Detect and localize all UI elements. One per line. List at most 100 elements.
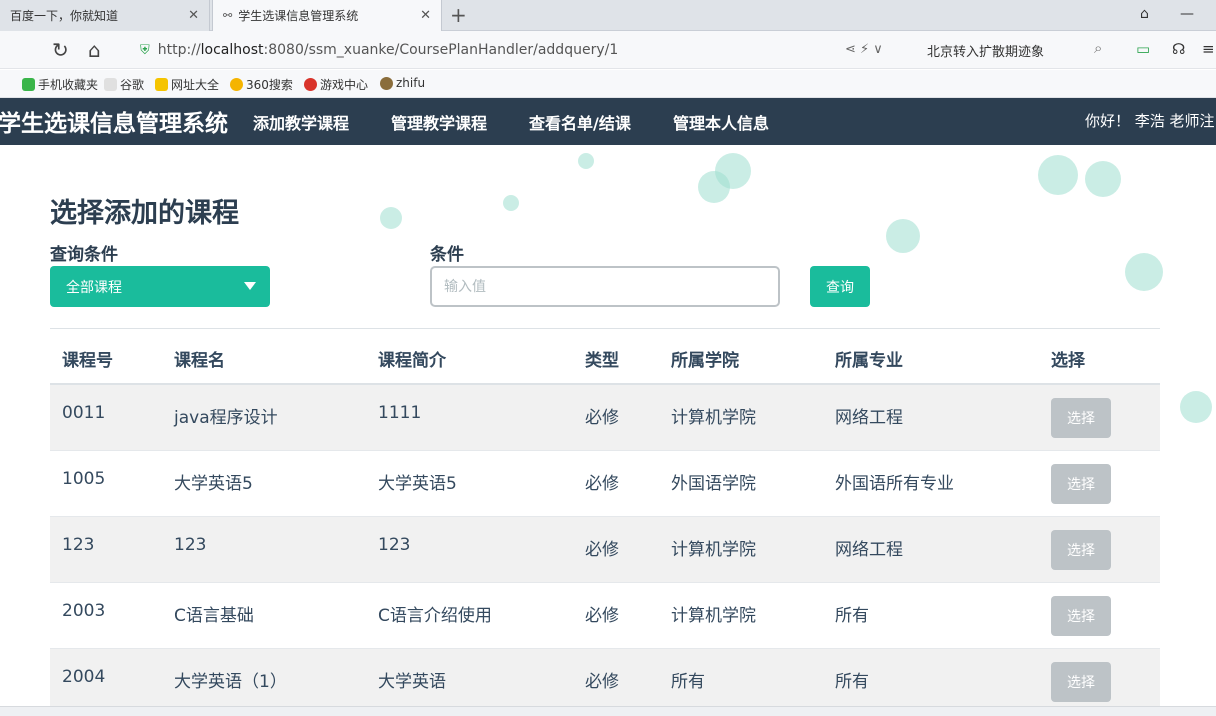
course-filter-select[interactable]: 全部课程 xyxy=(50,266,270,307)
search-icon[interactable]: ⌕ xyxy=(1094,39,1102,57)
url-field[interactable]: ⛨ http://localhost:8080/ssm_xuanke/Cours… xyxy=(140,36,910,64)
course-type-cell: 必修 xyxy=(585,672,619,692)
column-header: 课程号 xyxy=(62,351,113,371)
close-icon[interactable]: ✕ xyxy=(188,8,199,23)
column-header: 所属学院 xyxy=(671,351,739,371)
filter-selected-value: 全部课程 xyxy=(66,279,122,296)
college-cell: 计算机学院 xyxy=(671,606,756,626)
course-name-cell: java程序设计 xyxy=(174,408,278,428)
main-content: 选择添加的课程 查询条件 条件 全部课程 查询 课程号 课程名 课程简介 类型 … xyxy=(0,145,1216,716)
minimize-icon[interactable]: — xyxy=(1180,6,1194,22)
major-cell: 网络工程 xyxy=(835,408,903,428)
user-greeting[interactable]: 你好！ 李浩 老师注 xyxy=(1085,110,1215,131)
bookmark-google[interactable]: 谷歌 xyxy=(104,76,144,93)
course-name-cell: C语言基础 xyxy=(174,606,254,626)
bubble-decoration xyxy=(1085,161,1121,197)
select-course-button[interactable]: 选择 xyxy=(1051,662,1111,702)
query-button[interactable]: 查询 xyxy=(810,266,870,307)
url-path: :8080/ssm_xuanke/CoursePlanHandler/addqu… xyxy=(263,42,619,58)
course-name-cell: 大学英语（1） xyxy=(174,672,287,692)
major-cell: 所有 xyxy=(835,672,869,692)
share-icon[interactable]: ⋖ ⚡ ∨ xyxy=(845,42,883,57)
filter-label: 查询条件 xyxy=(50,245,118,265)
select-course-button[interactable]: 选择 xyxy=(1051,596,1111,636)
major-cell: 网络工程 xyxy=(835,540,903,560)
major-cell: 外国语所有专业 xyxy=(835,474,954,494)
search-suggestion[interactable]: 北京转入扩散期迹象 xyxy=(927,41,1044,60)
condition-input[interactable] xyxy=(430,266,780,307)
college-cell: 外国语学院 xyxy=(671,474,756,494)
headphone-icon[interactable]: ☊ xyxy=(1172,40,1185,58)
browser-status-bar xyxy=(0,706,1216,716)
course-desc-cell: 1111 xyxy=(378,403,422,423)
battery-icon[interactable]: ▭ xyxy=(1136,40,1150,58)
search-360-icon xyxy=(230,78,243,91)
page-title: 选择添加的课程 xyxy=(50,198,239,229)
bookmark-games[interactable]: 游戏中心 xyxy=(304,76,368,93)
bubble-decoration xyxy=(578,153,594,169)
course-id-cell: 2004 xyxy=(62,667,106,687)
table-row: 1005 大学英语5 大学英语5 必修 外国语学院 外国语所有专业 选择 xyxy=(50,451,1160,517)
course-type-cell: 必修 xyxy=(585,606,619,626)
bookmark-zhifu[interactable]: zhifu xyxy=(380,76,425,90)
course-id-cell: 1005 xyxy=(62,469,106,489)
select-course-button[interactable]: 选择 xyxy=(1051,464,1111,504)
column-header: 选择 xyxy=(1051,351,1085,371)
globe-icon xyxy=(155,78,168,91)
tab-title: 学生选课信息管理系统 xyxy=(238,9,359,23)
major-cell: 所有 xyxy=(835,606,869,626)
nav-add-course[interactable]: 添加教学课程 xyxy=(253,110,349,134)
column-header: 课程简介 xyxy=(378,351,446,371)
select-course-button[interactable]: 选择 xyxy=(1051,530,1111,570)
course-id-cell: 123 xyxy=(62,535,95,555)
college-cell: 计算机学院 xyxy=(671,540,756,560)
course-type-cell: 必修 xyxy=(585,540,619,560)
course-desc-cell: 大学英语5 xyxy=(378,474,457,494)
new-tab-plus-icon[interactable]: + xyxy=(450,3,467,27)
secure-shield-icon: ⛨ xyxy=(140,42,150,58)
bubble-decoration xyxy=(1038,155,1078,195)
home-icon[interactable]: ⌂ xyxy=(88,38,101,62)
column-header: 类型 xyxy=(585,351,619,371)
tab-title: 百度一下，你就知道 xyxy=(10,9,119,23)
course-desc-cell: 大学英语 xyxy=(378,672,446,692)
bubble-decoration xyxy=(1180,391,1212,423)
nav-roster[interactable]: 查看名单/结课 xyxy=(529,110,631,134)
course-table: 课程号 课程名 课程简介 类型 所属学院 所属专业 选择 0011 java程序… xyxy=(50,328,1160,715)
nav-manage-course[interactable]: 管理教学课程 xyxy=(391,110,487,134)
bubble-decoration xyxy=(503,195,519,211)
url-host: localhost xyxy=(200,42,264,58)
menu-icon[interactable]: ≡ xyxy=(1202,40,1215,58)
coin-icon xyxy=(380,76,393,90)
refresh-icon[interactable]: ↻ xyxy=(52,38,69,62)
column-header: 所属专业 xyxy=(835,351,903,371)
course-desc-cell: 123 xyxy=(378,535,411,555)
select-course-button[interactable]: 选择 xyxy=(1051,398,1111,438)
bubble-decoration xyxy=(1125,253,1163,291)
course-name-cell: 123 xyxy=(174,535,207,555)
column-header: 课程名 xyxy=(174,351,225,371)
nav-profile[interactable]: 管理本人信息 xyxy=(673,110,769,134)
course-name-cell: 大学英语5 xyxy=(174,474,253,494)
college-cell: 计算机学院 xyxy=(671,408,756,428)
url-scheme: http:// xyxy=(157,42,201,58)
app-navbar: 学生选课信息管理系统 添加教学课程 管理教学课程 查看名单/结课 管理本人信息 … xyxy=(0,98,1216,145)
app-brand[interactable]: 学生选课信息管理系统 xyxy=(0,104,228,138)
browser-tab-baidu[interactable]: 百度一下，你就知道 ✕ xyxy=(0,0,210,31)
bookmarks-bar: 手机收藏夹 谷歌 网址大全 360搜索 游戏中心 zhifu xyxy=(0,70,1216,98)
chevron-down-icon xyxy=(244,282,256,290)
bookmark-mobile[interactable]: 手机收藏夹 xyxy=(22,76,98,93)
table-row: 123 123 123 必修 计算机学院 网络工程 选择 xyxy=(50,517,1160,583)
browser-tab-active[interactable]: ⚯ 学生选课信息管理系统 ✕ xyxy=(212,0,442,31)
course-desc-cell: C语言介绍使用 xyxy=(378,606,492,626)
bookmark-hao[interactable]: 网址大全 xyxy=(155,76,219,93)
course-id-cell: 2003 xyxy=(62,601,106,621)
bookmark-360[interactable]: 360搜索 xyxy=(230,76,293,93)
table-header: 课程号 课程名 课程简介 类型 所属学院 所属专业 选择 xyxy=(50,329,1160,385)
shirt-skin-icon[interactable]: ⌂ xyxy=(1140,6,1149,22)
game-icon xyxy=(304,78,317,91)
phone-icon xyxy=(22,78,35,91)
bubble-decoration xyxy=(715,153,751,189)
bubble-decoration xyxy=(380,207,402,229)
close-icon[interactable]: ✕ xyxy=(420,8,431,23)
